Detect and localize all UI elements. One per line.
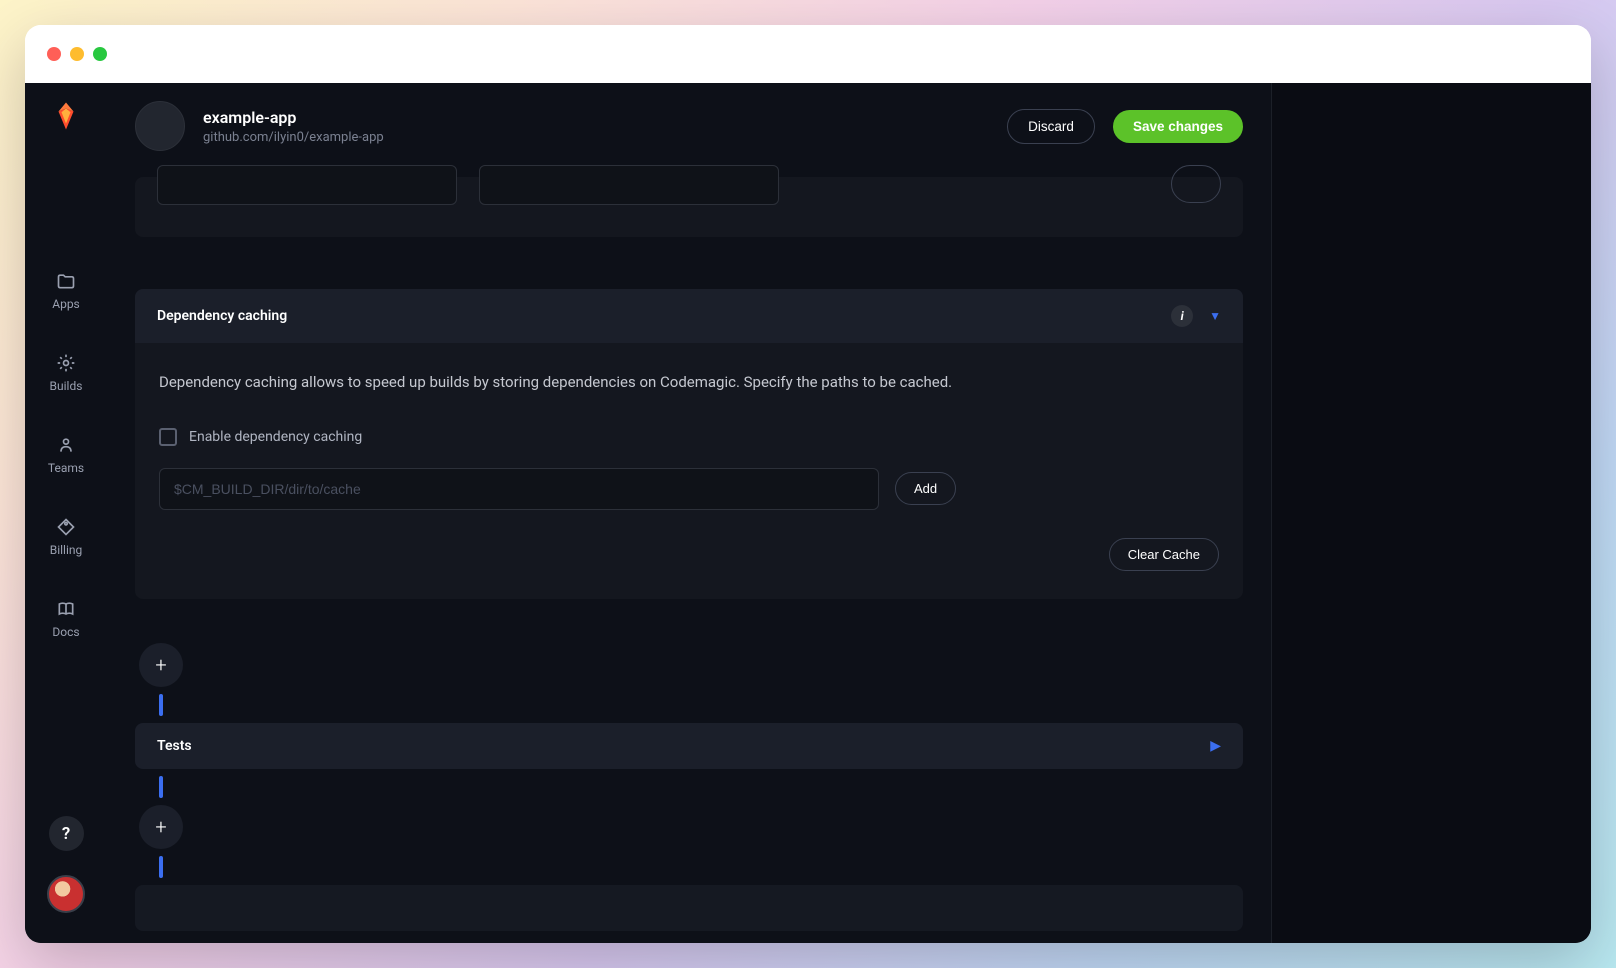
sidebar-item-label: Billing — [50, 543, 83, 557]
section-title — [157, 900, 160, 916]
section-title: Tests — [157, 738, 192, 754]
button-placeholder[interactable] — [1171, 165, 1221, 203]
sidebar-item-label: Docs — [52, 625, 79, 639]
field-placeholder[interactable] — [479, 165, 779, 205]
dependency-caching-card: Dependency caching i ▼ Dependency cachin… — [135, 289, 1243, 599]
discard-button[interactable]: Discard — [1007, 109, 1095, 144]
save-changes-button[interactable]: Save changes — [1113, 110, 1243, 143]
app-avatar — [135, 101, 185, 151]
tag-icon — [56, 517, 76, 537]
maximize-window-icon[interactable] — [93, 47, 107, 61]
clear-cache-button[interactable]: Clear Cache — [1109, 538, 1219, 571]
user-avatar[interactable] — [47, 875, 85, 913]
page-header: example-app github.com/ilyin0/example-ap… — [135, 83, 1243, 177]
checkbox-label: Enable dependency caching — [189, 429, 362, 445]
app-root: Apps Builds Teams — [25, 83, 1591, 943]
sidebar-item-label: Builds — [50, 379, 83, 393]
gear-icon — [56, 353, 76, 373]
sidebar-item-billing[interactable]: Billing — [50, 517, 83, 557]
card-description: Dependency caching allows to speed up bu… — [159, 371, 1219, 394]
pipeline-connector — [159, 694, 163, 716]
cache-path-row: Add — [159, 468, 1219, 510]
card-title: Dependency caching — [157, 308, 287, 324]
next-section[interactable] — [135, 885, 1243, 931]
people-icon — [56, 435, 76, 455]
folder-icon — [56, 271, 76, 291]
sidebar-item-label: Teams — [48, 461, 84, 475]
app-name: example-app — [203, 108, 989, 127]
sidebar-item-teams[interactable]: Teams — [48, 435, 84, 475]
cache-path-input[interactable] — [159, 468, 879, 510]
right-panel — [1271, 83, 1591, 943]
card-body: Dependency caching allows to speed up bu… — [135, 343, 1243, 599]
enable-caching-checkbox-row[interactable]: Enable dependency caching — [159, 428, 1219, 446]
pipeline: + Tests ▶ + — [135, 643, 1243, 931]
minimize-window-icon[interactable] — [70, 47, 84, 61]
pipeline-connector — [159, 776, 163, 798]
field-placeholder[interactable] — [157, 165, 457, 205]
chevron-down-icon[interactable]: ▼ — [1209, 309, 1221, 323]
browser-window: Apps Builds Teams — [25, 25, 1591, 943]
content: example-app github.com/ilyin0/example-ap… — [107, 83, 1271, 943]
chevron-right-icon: ▶ — [1210, 738, 1221, 754]
codemagic-logo-icon — [51, 101, 81, 131]
card-header: Dependency caching i ▼ — [135, 289, 1243, 343]
pipeline-connector — [159, 856, 163, 878]
book-icon — [56, 599, 76, 619]
sidebar: Apps Builds Teams — [25, 83, 107, 943]
sidebar-item-docs[interactable]: Docs — [52, 599, 79, 639]
help-button[interactable]: ? — [49, 816, 84, 851]
previous-section-tail — [135, 177, 1243, 237]
add-step-button[interactable]: + — [139, 805, 183, 849]
add-step-button[interactable]: + — [139, 643, 183, 687]
close-window-icon[interactable] — [47, 47, 61, 61]
sidebar-item-label: Apps — [52, 297, 80, 311]
main-area: example-app github.com/ilyin0/example-ap… — [107, 83, 1591, 943]
info-icon[interactable]: i — [1171, 305, 1193, 327]
sidebar-item-builds[interactable]: Builds — [50, 353, 83, 393]
add-cache-path-button[interactable]: Add — [895, 472, 956, 505]
app-repo: github.com/ilyin0/example-app — [203, 130, 989, 145]
tests-section[interactable]: Tests ▶ — [135, 723, 1243, 769]
checkbox-icon[interactable] — [159, 428, 177, 446]
app-info: example-app github.com/ilyin0/example-ap… — [203, 108, 989, 145]
sidebar-item-apps[interactable]: Apps — [52, 271, 80, 311]
titlebar — [25, 25, 1591, 83]
